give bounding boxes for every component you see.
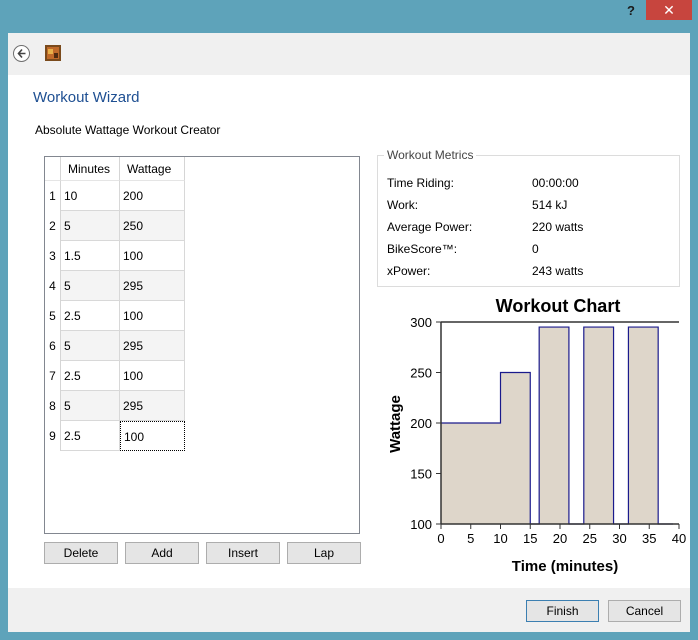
x-tick-label: 35 [642,531,656,546]
minutes-cell[interactable]: 2.5 [61,361,120,391]
row-number: 5 [45,301,61,331]
insert-button[interactable]: Insert [206,542,280,564]
back-arrow-icon [17,48,26,59]
wattage-cell-editing[interactable]: 100 [120,421,185,451]
metric-value-avg-power: 220 watts [532,220,584,234]
table-row: 4 5 295 [45,271,185,301]
wizard-page: Workout Wizard Absolute Wattage Workout … [8,75,690,588]
minutes-cell[interactable]: 5 [61,331,120,361]
minutes-cell[interactable]: 5 [61,271,120,301]
metric-value-xpower: 243 watts [532,264,584,278]
metric-value-work: 514 kJ [532,198,568,212]
x-tick-label: 20 [553,531,567,546]
metric-label-xpower: xPower: [387,264,431,278]
column-header-wattage[interactable]: Wattage [120,157,185,181]
minutes-cell[interactable]: 1.5 [61,241,120,271]
column-header-minutes[interactable]: Minutes [61,157,120,181]
metrics-legend: Workout Metrics [384,148,477,162]
chart-segment [441,423,501,524]
wizard-title: Workout Wizard [33,89,140,106]
minutes-cell[interactable]: 2.5 [61,301,120,331]
wattage-cell[interactable]: 100 [120,241,185,271]
metric-label-bikescore: BikeScore™: [387,242,458,256]
y-tick-label: 150 [410,467,432,482]
x-tick-label: 30 [612,531,626,546]
table-corner [45,157,61,181]
close-button[interactable]: ✕ [646,0,692,20]
finish-button[interactable]: Finish [526,600,599,622]
chart-segment [500,372,531,524]
table-row: 3 1.5 100 [45,241,185,271]
wattage-cell[interactable]: 100 [120,301,185,331]
x-tick-label: 25 [583,531,597,546]
wattage-cell[interactable]: 250 [120,211,185,241]
metric-label-avg-power: Average Power: [387,220,473,234]
metric-label-work: Work: [387,198,419,212]
table-row: 9 2.5 100 [45,421,185,451]
row-number: 9 [45,421,61,451]
table-row: 8 5 295 [45,391,185,421]
x-tick-label: 15 [523,531,537,546]
row-number: 1 [45,181,61,211]
x-tick-label: 10 [493,531,507,546]
lap-button[interactable]: Lap [287,542,361,564]
chart-x-axis-label: Time (minutes) [512,558,618,575]
y-tick-label: 100 [410,517,432,532]
table-row: 2 5 250 [45,211,185,241]
add-button[interactable]: Add [125,542,199,564]
workout-metrics-group: Workout Metrics Time Riding: 00:00:00 Wo… [377,148,680,287]
row-number: 3 [45,241,61,271]
metric-value-bikescore: 0 [532,242,539,256]
delete-button[interactable]: Delete [44,542,118,564]
y-tick-label: 300 [410,315,432,330]
chart-segment [628,327,659,524]
row-number: 4 [45,271,61,301]
minutes-cell[interactable]: 2.5 [61,421,120,451]
window-titlebar: ? ✕ [0,0,698,25]
wattage-cell[interactable]: 100 [120,361,185,391]
chart-y-axis-label: Wattage [387,395,404,453]
y-tick-label: 200 [410,416,432,431]
row-number: 7 [45,361,61,391]
wattage-cell[interactable]: 200 [120,181,185,211]
x-tick-label: 40 [672,531,686,546]
wizard-subtitle: Absolute Wattage Workout Creator [35,123,221,137]
wattage-cell[interactable]: 295 [120,271,185,301]
chart-title: Workout Chart [496,296,621,316]
y-tick-label: 250 [410,366,432,381]
chart-segment [583,327,614,524]
table-row: 5 2.5 100 [45,301,185,331]
minutes-cell[interactable]: 5 [61,211,120,241]
help-button[interactable]: ? [618,0,644,22]
row-number: 8 [45,391,61,421]
dialog-footer: Finish Cancel [8,588,690,632]
metric-label-time: Time Riding: [387,176,454,190]
table-row: 7 2.5 100 [45,361,185,391]
workout-chart: Workout Chart Wattage Time (minutes) 100… [387,296,686,575]
x-tick-label: 0 [437,531,444,546]
app-icon [45,45,61,61]
metric-value-time: 00:00:00 [532,176,579,190]
minutes-cell[interactable]: 5 [61,391,120,421]
row-number: 6 [45,331,61,361]
x-tick-label: 5 [467,531,474,546]
minutes-cell[interactable]: 10 [61,181,120,211]
cancel-button[interactable]: Cancel [608,600,681,622]
workout-table[interactable]: Minutes Wattage 1 10 200 2 5 250 3 1.5 1… [44,156,360,534]
table-row: 1 10 200 [45,181,185,211]
chart-segment [539,327,569,524]
table-row: 6 5 295 [45,331,185,361]
wattage-cell[interactable]: 295 [120,391,185,421]
toolbar [8,33,690,75]
row-number: 2 [45,211,61,241]
wattage-cell[interactable]: 295 [120,331,185,361]
back-button[interactable] [13,45,30,62]
